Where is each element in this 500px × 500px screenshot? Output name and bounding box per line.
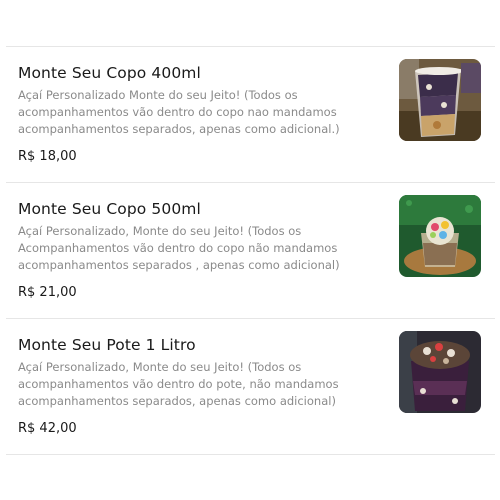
item-description: Açaí Personalizado, Monte do seu Jeito! … xyxy=(18,224,340,272)
menu-item-copo-500ml[interactable]: Monte Seu Copo 500ml Açaí Personalizado,… xyxy=(6,183,495,319)
item-title: Monte Seu Pote 1 Litro xyxy=(18,336,196,354)
acai-cup-400ml-photo[interactable] xyxy=(399,59,481,141)
item-title: Monte Seu Copo 500ml xyxy=(18,200,201,218)
acai-cup-500ml-photo[interactable] xyxy=(399,195,481,277)
item-price: R$ 21,00 xyxy=(18,285,77,300)
item-price: R$ 18,00 xyxy=(18,149,77,164)
item-price: R$ 42,00 xyxy=(18,421,77,436)
item-description: Açaí Personalizado, Monte do seu Jeito! … xyxy=(18,360,339,408)
item-description: Açaí Personalizado Monte do seu Jeito! (… xyxy=(18,88,340,136)
menu-item-copo-400ml[interactable]: Monte Seu Copo 400ml Açaí Personalizado … xyxy=(6,47,495,183)
item-title: Monte Seu Copo 400ml xyxy=(18,64,201,82)
acai-pot-1l-photo[interactable] xyxy=(399,331,481,413)
menu-item-pote-1-litro[interactable]: Monte Seu Pote 1 Litro Açaí Personalizad… xyxy=(6,319,495,455)
menu-list: Monte Seu Copo 400ml Açaí Personalizado … xyxy=(6,46,495,455)
